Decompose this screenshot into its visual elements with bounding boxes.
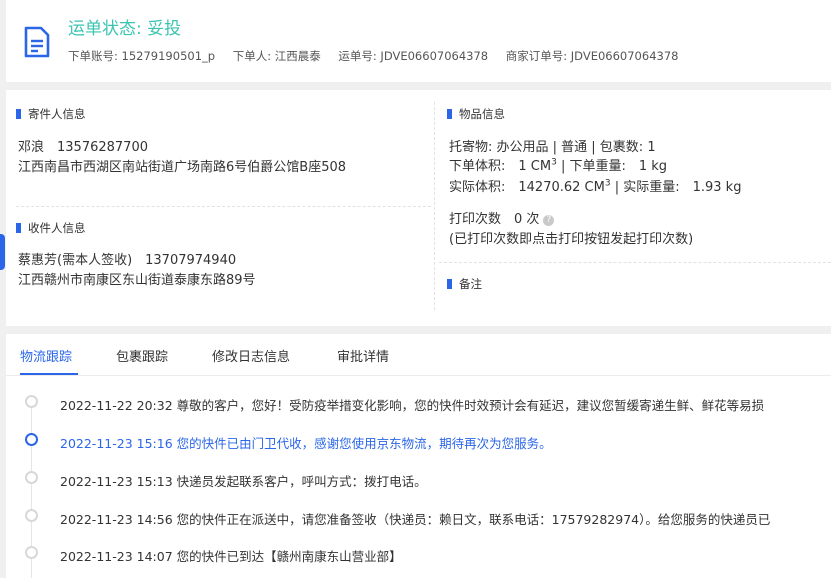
- timeline-dot-active: [25, 433, 38, 446]
- info-panel: 寄件人信息 邓浪 13576287700 江西南昌市西湖区南站街道广场南路6号伯…: [6, 90, 831, 326]
- waybill-status-title: 运单状态: 妥投: [68, 19, 182, 39]
- print-count-line: 打印次数 0 次?: [449, 208, 555, 227]
- actual-weight: | 实际重量: 1.93 kg: [610, 180, 742, 195]
- tracking-panel: 物流跟踪 包裹跟踪 修改日志信息 审批详情 2022-11-22 20:32 尊…: [6, 334, 831, 578]
- timeline-event-latest: 2022-11-23 15:16 您的快件已由门卫代收，感谢您使用京东物流，期待…: [60, 436, 552, 451]
- tab-change-log[interactable]: 修改日志信息: [212, 346, 290, 365]
- tracking-tabs: 物流跟踪 包裹跟踪 修改日志信息 审批详情: [6, 334, 831, 376]
- column-divider: [434, 102, 435, 310]
- tab-logistics-tracking[interactable]: 物流跟踪: [20, 346, 72, 365]
- goods-order-volume-line: 下单体积: 1 CM3 | 下单重量: 1 kg: [449, 155, 667, 174]
- print-count: 打印次数 0 次: [449, 212, 540, 227]
- active-tab-indicator: [20, 373, 78, 375]
- timeline-event: 2022-11-23 15:13 快递员发起联系客户，呼叫方式：拨打电话。: [60, 474, 427, 489]
- waybill-header: 运单状态: 妥投 下单账号: 15279190501_p 下单人: 江西晨泰 运…: [6, 0, 831, 82]
- print-count-note: (已打印次数即点击打印按钮发起打印次数): [449, 232, 694, 247]
- timeline-dot: [25, 509, 38, 522]
- tab-approval-details[interactable]: 审批详情: [337, 346, 389, 365]
- actual-volume: 实际体积: 14270.62 CM: [449, 180, 605, 195]
- order-account: 下单账号: 15279190501_p: [68, 49, 216, 63]
- waybill-number: 运单号: JDVE06607064378: [338, 49, 489, 63]
- receiver-name-phone: 蔡惠芳(需本人签收) 13707974940: [18, 253, 237, 268]
- receiver-section-title: 收件人信息: [16, 220, 86, 236]
- goods-section-title: 物品信息: [447, 106, 505, 122]
- order-volume: 下单体积: 1 CM: [449, 159, 552, 174]
- timeline-dot: [25, 471, 38, 484]
- orderer: 下单人: 江西晨泰: [232, 49, 321, 63]
- merchant-order-number: 商家订单号: JDVE06607064378: [505, 49, 679, 63]
- timeline-dot: [25, 395, 38, 408]
- timeline-dot: [25, 546, 38, 559]
- goods-actual-volume-line: 实际体积: 14270.62 CM3 | 实际重量: 1.93 kg: [449, 176, 741, 195]
- document-icon: [24, 26, 50, 58]
- sender-section-title: 寄件人信息: [16, 106, 86, 122]
- sender-address: 江西南昌市西湖区南站街道广场南路6号伯爵公馆B座508: [18, 160, 347, 175]
- sender-name-phone: 邓浪 13576287700: [18, 140, 148, 155]
- order-weight: | 下单重量: 1 kg: [556, 159, 668, 174]
- contact-column: 寄件人信息 邓浪 13576287700 江西南昌市西湖区南站街道广场南路6号伯…: [6, 90, 431, 326]
- timeline-event: 2022-11-22 20:32 尊敬的客户，您好！受防疫举措变化影响，您的快件…: [60, 398, 765, 413]
- question-circle-icon[interactable]: ?: [543, 215, 555, 226]
- receiver-address: 江西赣州市南康区东山街道泰康东路89号: [18, 273, 256, 288]
- waybill-meta-row: 下单账号: 15279190501_p 下单人: 江西晨泰 运单号: JDVE0…: [68, 48, 678, 64]
- side-expand-tab[interactable]: [0, 234, 5, 270]
- goods-consignment-line: 托寄物: 办公用品 | 普通 | 包裹数: 1: [449, 140, 656, 155]
- section-divider: [439, 262, 831, 263]
- remark-section-title: 备注: [447, 276, 482, 292]
- tab-package-tracking[interactable]: 包裹跟踪: [116, 346, 168, 365]
- goods-column: 物品信息 托寄物: 办公用品 | 普通 | 包裹数: 1 下单体积: 1 CM3…: [439, 90, 831, 326]
- timeline-event: 2022-11-23 14:56 您的快件正在派送中，请您准备签收（快递员：赖日…: [60, 512, 771, 527]
- section-divider: [16, 206, 431, 207]
- timeline-event: 2022-11-23 14:07 您的快件已到达【赣州南康东山营业部】: [60, 549, 402, 564]
